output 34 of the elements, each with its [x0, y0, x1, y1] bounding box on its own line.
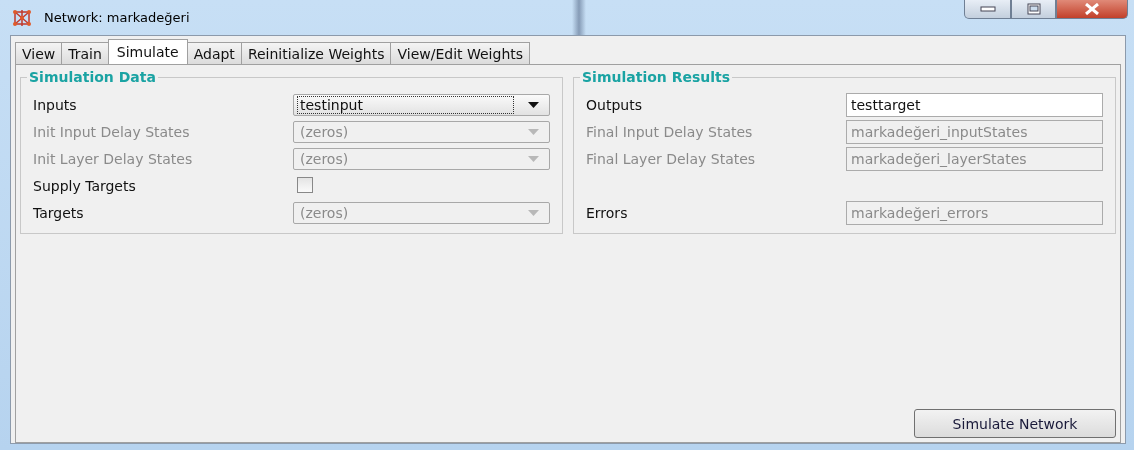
close-icon: [1083, 3, 1101, 15]
field-label: Final Layer Delay States: [586, 151, 757, 167]
field-label: Outputs: [586, 97, 643, 113]
field-label: Init Input Delay States: [33, 124, 191, 140]
tab[interactable]: Adapt: [186, 42, 242, 64]
window-shadow: [572, 0, 586, 35]
text-field[interactable]: testtarget: [846, 93, 1103, 117]
caret-icon: [528, 210, 539, 216]
field-label: Targets: [33, 205, 85, 221]
field-label: Errors: [586, 205, 629, 221]
window-title: Network: markadeğeri: [44, 10, 190, 25]
tab[interactable]: View/Edit Weights: [390, 42, 531, 64]
dropdown[interactable]: testinput: [293, 94, 550, 116]
field-label: Init Layer Delay States: [33, 151, 194, 167]
field-label: Final Input Delay States: [586, 124, 754, 140]
minimize-button[interactable]: [964, 0, 1011, 19]
maximize-icon: [1026, 3, 1041, 15]
group-title: Simulation Data: [28, 69, 157, 85]
field-label: Inputs: [33, 97, 78, 113]
simulate-network-button[interactable]: Simulate Network: [914, 409, 1116, 438]
minimize-icon: [979, 6, 996, 12]
network-icon: [12, 8, 32, 27]
caret-icon: [528, 129, 539, 135]
tab[interactable]: Reinitialize Weights: [240, 42, 392, 64]
group-title: Simulation Results: [581, 69, 732, 85]
maximize-button[interactable]: [1011, 0, 1056, 19]
close-button[interactable]: [1056, 0, 1128, 19]
tab[interactable]: View: [15, 42, 63, 64]
checkbox[interactable]: [297, 176, 313, 193]
tab[interactable]: Simulate: [107, 39, 188, 64]
tab[interactable]: Train: [61, 42, 109, 64]
caret-icon: [528, 156, 539, 162]
field-label: Supply Targets: [33, 178, 137, 194]
caret-icon: [528, 102, 539, 108]
